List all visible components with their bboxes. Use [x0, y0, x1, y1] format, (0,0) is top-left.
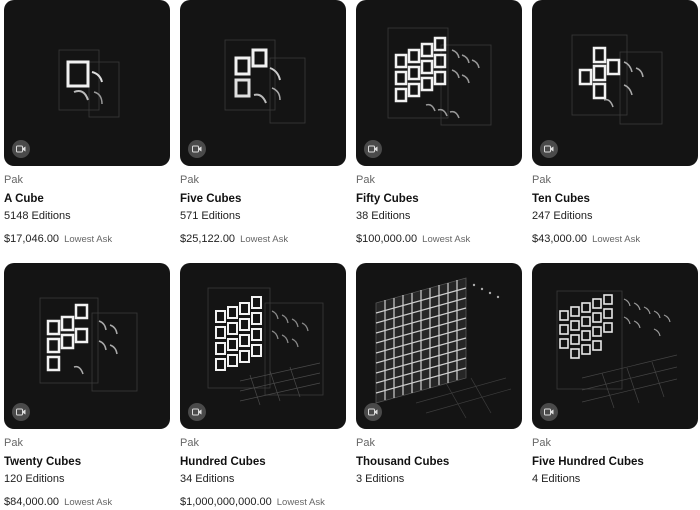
price-value: $84,000.00 — [4, 496, 60, 508]
price-value: $100,000.00 — [356, 233, 418, 245]
nft-thumbnail[interactable] — [532, 0, 698, 166]
price-row: $25,122.00 Lowest Ask — [180, 229, 288, 247]
cube-artwork — [58, 49, 120, 118]
nft-title[interactable]: A Cube — [4, 193, 44, 205]
video-camera-icon[interactable] — [540, 140, 558, 158]
artist-name[interactable]: Pak — [356, 174, 375, 186]
price-label: Lowest Ask — [422, 234, 471, 245]
artist-name[interactable]: Pak — [532, 437, 551, 449]
price-row: $100,000.00 Lowest Ask — [356, 229, 470, 247]
cube-artwork — [571, 34, 663, 125]
price-value: $1,000,000,000.00 — [180, 496, 272, 508]
artist-name[interactable]: Pak — [180, 174, 199, 186]
price-label: Lowest Ask — [592, 234, 641, 245]
video-camera-icon[interactable] — [540, 403, 558, 421]
artist-name[interactable]: Pak — [532, 174, 551, 186]
artist-name[interactable]: Pak — [180, 437, 199, 449]
editions-count: 34 Editions — [180, 473, 235, 485]
price-label: Lowest Ask — [240, 234, 289, 245]
price-label: Lowest Ask — [64, 234, 113, 245]
editions-count: 38 Editions — [356, 210, 411, 222]
nft-title[interactable]: Five Cubes — [180, 193, 241, 205]
nft-thumbnail[interactable] — [532, 263, 698, 429]
price-value: $25,122.00 — [180, 233, 236, 245]
nft-title[interactable]: Five Hundred Cubes — [532, 456, 644, 468]
artist-name[interactable]: Pak — [4, 174, 23, 186]
video-camera-icon[interactable] — [12, 140, 30, 158]
nft-title[interactable]: Fifty Cubes — [356, 193, 419, 205]
editions-count: 571 Editions — [180, 210, 241, 222]
cube-artwork — [556, 290, 678, 409]
nft-title[interactable]: Twenty Cubes — [4, 456, 81, 468]
nft-title[interactable]: Hundred Cubes — [180, 456, 266, 468]
price-label: Lowest Ask — [276, 497, 325, 508]
nft-thumbnail[interactable] — [4, 0, 170, 166]
nft-thumbnail[interactable] — [180, 263, 346, 429]
editions-count: 3 Editions — [356, 473, 405, 485]
price-row: $84,000.00 Lowest Ask — [4, 492, 112, 510]
price-label: Lowest Ask — [64, 497, 113, 508]
video-camera-icon[interactable] — [12, 403, 30, 421]
nft-thumbnail[interactable] — [356, 263, 522, 429]
artist-name[interactable]: Pak — [356, 437, 375, 449]
price-row: $43,000.00 Lowest Ask — [532, 229, 640, 247]
video-camera-icon[interactable] — [188, 403, 206, 421]
price-row: $1,000,000,000.00 Lowest Ask — [180, 492, 325, 510]
nft-thumbnail[interactable] — [4, 263, 170, 429]
editions-count: 120 Editions — [4, 473, 65, 485]
artist-name[interactable]: Pak — [4, 437, 23, 449]
editions-count: 247 Editions — [532, 210, 593, 222]
cube-artwork — [207, 287, 324, 406]
cube-artwork — [375, 277, 512, 419]
video-camera-icon[interactable] — [364, 140, 382, 158]
nft-title[interactable]: Ten Cubes — [532, 193, 590, 205]
video-camera-icon[interactable] — [188, 140, 206, 158]
price-row: $17,046.00 Lowest Ask — [4, 229, 112, 247]
nft-title[interactable]: Thousand Cubes — [356, 456, 449, 468]
cube-artwork — [387, 27, 492, 126]
price-value: $43,000.00 — [532, 233, 588, 245]
editions-count: 5148 Editions — [4, 210, 71, 222]
price-value: $17,046.00 — [4, 233, 60, 245]
cube-artwork — [39, 297, 138, 392]
editions-count: 4 Editions — [532, 473, 581, 485]
video-camera-icon[interactable] — [364, 403, 382, 421]
cube-artwork — [224, 39, 306, 124]
nft-thumbnail[interactable] — [180, 0, 346, 166]
nft-thumbnail[interactable] — [356, 0, 522, 166]
